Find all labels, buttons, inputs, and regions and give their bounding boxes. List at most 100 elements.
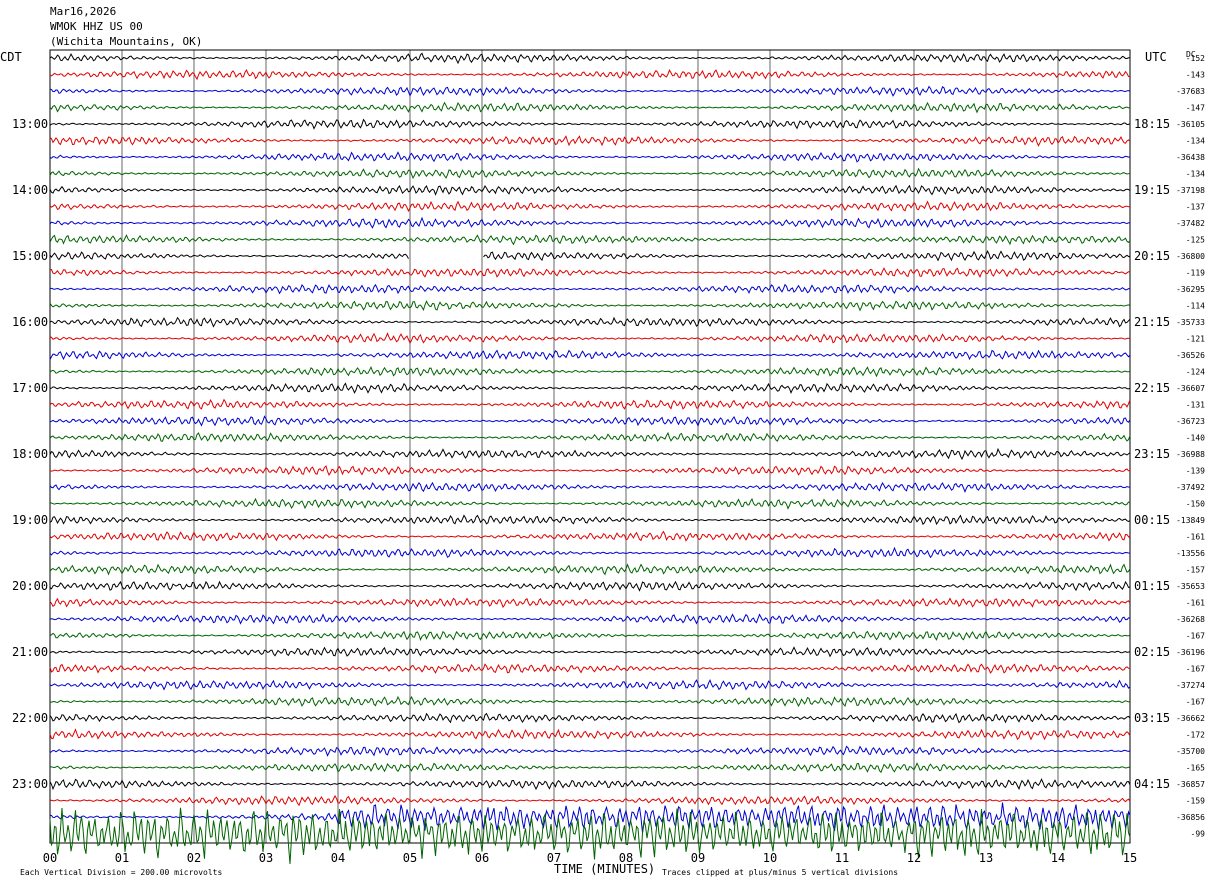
x-axis-label: TIME (MINUTES) <box>554 862 655 876</box>
dc-offset-value: -139 <box>1186 467 1205 476</box>
seismic-trace <box>49 85 1131 97</box>
seismic-trace <box>49 807 1131 865</box>
seismic-trace <box>49 349 1131 361</box>
seismic-trace <box>49 745 1131 757</box>
dc-offset-value: -114 <box>1186 302 1205 311</box>
dc-offset-value: -37198 <box>1176 186 1205 195</box>
seismic-trace <box>49 679 1131 691</box>
dc-offset-value: -35653 <box>1176 582 1205 591</box>
x-tick-label: 04 <box>331 851 345 865</box>
dc-offset-value: -137 <box>1186 203 1205 212</box>
dc-offset-value: -36196 <box>1176 648 1205 657</box>
utc-hour-label: 03:15 <box>1134 711 1170 725</box>
dc-offset-value: -165 <box>1186 764 1205 773</box>
seismic-trace <box>49 216 1131 229</box>
seismic-trace <box>49 613 1131 625</box>
dc-offset-value: -167 <box>1186 698 1205 707</box>
dc-offset-value: -140 <box>1186 434 1205 443</box>
dc-offset-value: -35700 <box>1176 747 1205 756</box>
seismic-trace <box>49 151 1131 163</box>
cdt-hour-label: 14:00 <box>12 183 48 197</box>
dc-offset-value: -119 <box>1186 269 1205 278</box>
seismic-trace <box>49 167 1131 180</box>
x-tick-label: 13 <box>979 851 993 865</box>
dc-offset-value: -124 <box>1186 368 1205 377</box>
plot-frame <box>49 49 1131 844</box>
seismic-trace <box>49 778 1131 791</box>
dc-axis-title: DC <box>1186 50 1196 59</box>
utc-hour-label: 20:15 <box>1134 249 1170 263</box>
seismic-trace <box>49 762 1131 774</box>
dc-offset-value: -36723 <box>1176 417 1205 426</box>
dc-offset-value: -36856 <box>1176 813 1205 822</box>
dc-offset-value: -167 <box>1186 665 1205 674</box>
x-tick-label: 01 <box>115 851 129 865</box>
seismic-trace <box>49 465 1130 476</box>
seismic-trace <box>49 68 1131 81</box>
seismic-trace <box>49 251 409 261</box>
utc-hour-label: 21:15 <box>1134 315 1170 329</box>
seismic-trace <box>49 546 1131 559</box>
dc-offset-value: -161 <box>1186 599 1205 608</box>
dc-offset-value: -157 <box>1186 566 1205 575</box>
seismic-trace <box>49 514 1131 526</box>
dc-offset-value: -36295 <box>1176 285 1205 294</box>
seismic-trace <box>49 802 1131 834</box>
left-time-labels: 13:00 14:00 15:00 16:00 17:00 18:00 19:00 20:00… <box>12 117 48 791</box>
x-tick-label: 11 <box>835 851 849 865</box>
x-tick-label: 06 <box>475 851 489 865</box>
utc-hour-label: 18:15 <box>1134 117 1170 131</box>
cdt-axis-title: CDT <box>0 50 22 64</box>
cdt-hour-label: 19:00 <box>12 513 48 527</box>
dc-offset-value: -37492 <box>1176 483 1205 492</box>
dc-offset-labels: -152-143-37683-147-36105-134-36438-134-3… <box>1176 54 1205 839</box>
seismic-trace <box>49 118 1131 130</box>
seismic-trace <box>483 250 1131 262</box>
dc-offset-value: -125 <box>1186 236 1205 245</box>
cdt-hour-label: 17:00 <box>12 381 48 395</box>
seismic-trace <box>49 52 1130 65</box>
dc-offset-value: -36988 <box>1176 450 1205 459</box>
dc-offset-value: -37482 <box>1176 219 1205 228</box>
dc-offset-value: -36662 <box>1176 714 1205 723</box>
seismic-trace <box>49 794 1131 807</box>
utc-hour-label: 00:15 <box>1134 513 1170 527</box>
seismic-trace <box>49 646 1131 658</box>
trace-group <box>49 52 1131 865</box>
dc-offset-value: -99 <box>1191 830 1206 839</box>
dc-offset-value: -172 <box>1186 731 1205 740</box>
dc-offset-value: -134 <box>1186 170 1205 179</box>
dc-offset-value: -36268 <box>1176 615 1205 624</box>
seismic-trace <box>49 316 1131 328</box>
cdt-hour-label: 16:00 <box>12 315 48 329</box>
seismic-trace <box>49 184 1131 196</box>
utc-hour-label: 02:15 <box>1134 645 1170 659</box>
dc-offset-value: -150 <box>1186 500 1205 509</box>
seismic-trace <box>49 663 1131 674</box>
seismic-trace <box>49 630 1131 642</box>
seismic-trace <box>49 101 1131 114</box>
dc-offset-value: -159 <box>1186 797 1205 806</box>
seismic-trace <box>49 365 1131 378</box>
seismic-trace <box>49 398 1131 410</box>
seismic-trace <box>49 695 1131 708</box>
dc-offset-value: -37274 <box>1176 681 1205 690</box>
dc-offset-value: -147 <box>1186 104 1205 113</box>
cdt-hour-label: 13:00 <box>12 117 48 131</box>
dc-offset-value: -36105 <box>1176 120 1205 129</box>
seismic-trace <box>49 497 1131 510</box>
seismic-trace <box>49 563 1131 576</box>
dc-offset-value: -36857 <box>1176 780 1205 789</box>
cdt-hour-label: 18:00 <box>12 447 48 461</box>
seismic-trace <box>49 267 1130 278</box>
dc-offset-value: -13849 <box>1176 516 1205 525</box>
right-time-labels: 18:15 19:15 20:15 21:15 22:15 23:15 00:15 01:15… <box>1134 117 1170 791</box>
utc-hour-label: 22:15 <box>1134 381 1170 395</box>
plot-grid <box>49 49 1131 844</box>
seismic-trace <box>49 728 1131 741</box>
clip-note: Traces clipped at plus/minus 5 vertical … <box>662 868 898 877</box>
dc-offset-value: -143 <box>1186 71 1205 80</box>
seismic-trace <box>49 300 1131 312</box>
seismic-trace <box>49 530 1131 542</box>
dc-offset-value: -36438 <box>1176 153 1205 162</box>
